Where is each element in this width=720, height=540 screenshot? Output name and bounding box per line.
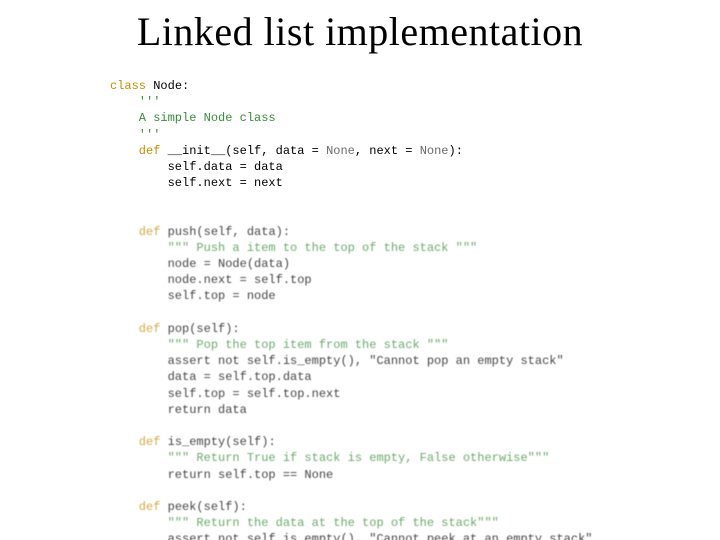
code-block: class Node: ''' A simple Node class ''' … [110,78,592,540]
code-line: node = Node(data) [110,257,290,271]
code-line: peek(self): [160,500,246,514]
code-line: return self.top == None [110,468,333,482]
code-line: """ Push a item to the top of the stack … [110,241,477,255]
code-line: def [110,322,160,336]
code-line: class [110,79,146,93]
code-line: ''' [110,95,160,109]
code-line: assert not self.is_empty(), "Cannot pop … [110,354,564,368]
code-line: self.next = next [110,176,283,190]
code-line: def [110,435,160,449]
code-line: self.top = node [110,289,276,303]
code-line: """ Return the data at the top of the st… [110,516,499,530]
code-line: def [110,144,160,158]
code-line: pop(self): [160,322,239,336]
code-line: """ Return True if stack is empty, False… [110,451,549,465]
code-line: A simple Node class [110,111,276,125]
code-line: ''' [110,128,160,142]
code-line: self.top = self.top.next [110,387,340,401]
code-line: Node: [146,79,189,93]
code-line: return data [110,403,247,417]
code-line: None [326,144,355,158]
code-line: data = self.top.data [110,370,312,384]
code-line: def [110,500,160,514]
code-line: """ Pop the top item from the stack """ [110,338,448,352]
slide-title: Linked list implementation [0,8,720,55]
code-line: node.next = self.top [110,273,312,287]
slide: Linked list implementation class Node: '… [0,0,720,540]
code-line: is_empty(self): [160,435,275,449]
code-line: __init__(self, data = [160,144,326,158]
code-line: assert not self.is_empty(), "Cannot peek… [110,532,592,540]
code-line: push(self, data): [160,225,290,239]
code-line: , next = [355,144,420,158]
code-line: ): [449,144,463,158]
code-line: self.data = data [110,160,283,174]
code-line: def [110,225,160,239]
code-line: None [420,144,449,158]
